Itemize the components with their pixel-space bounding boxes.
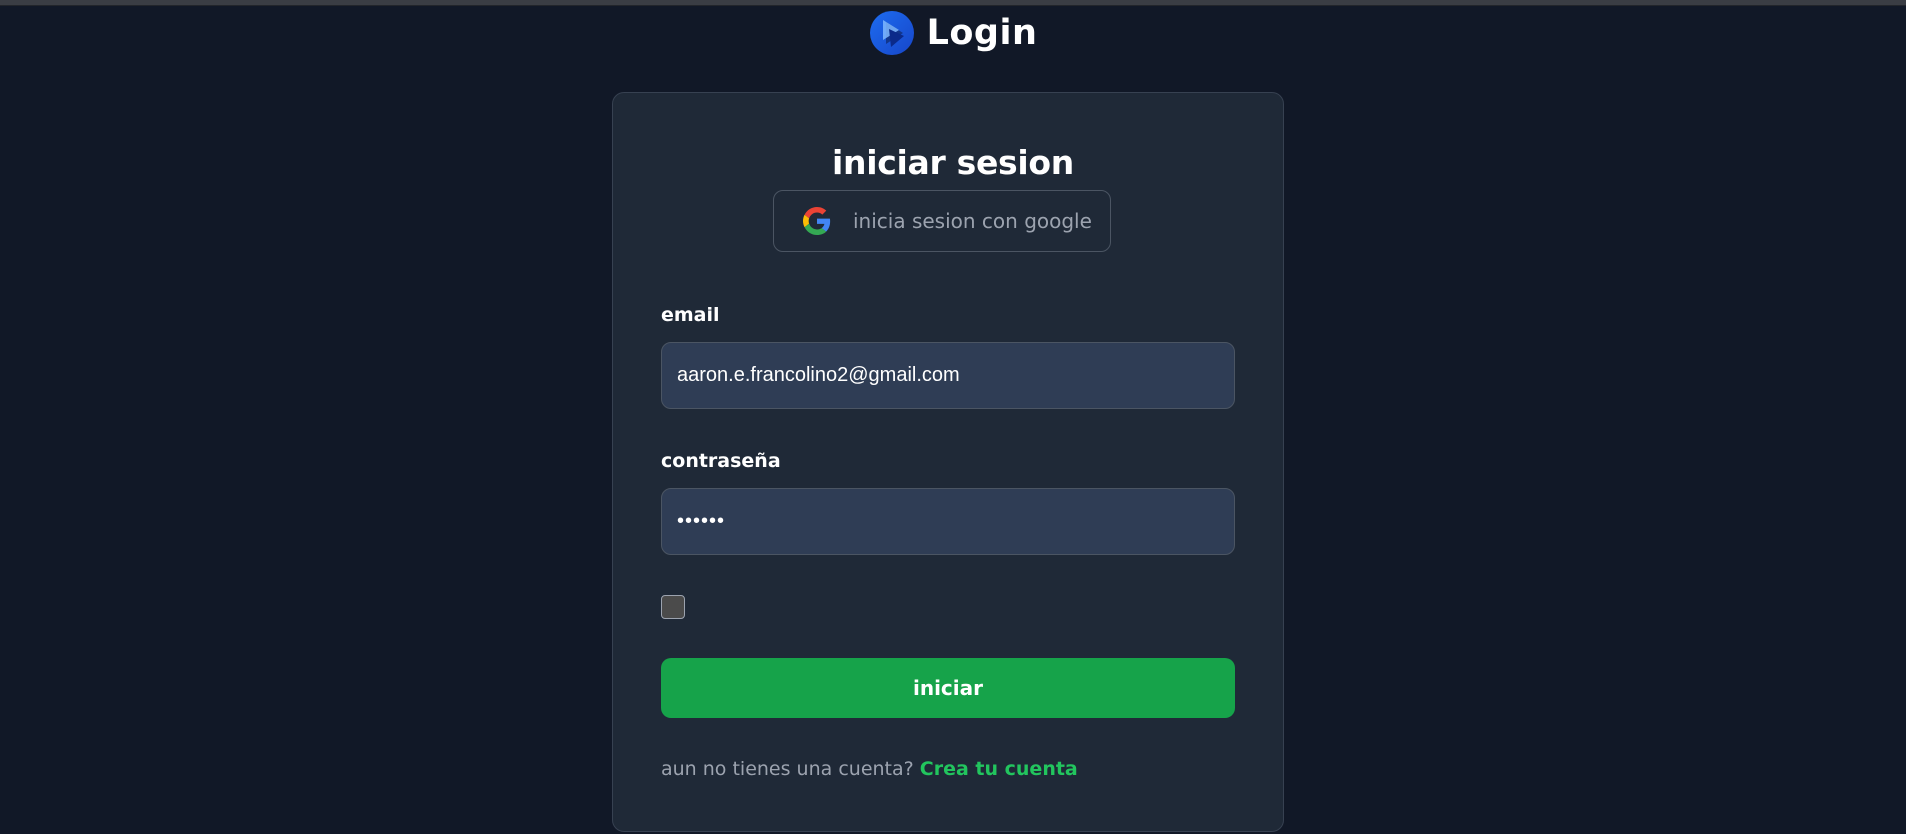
browser-top-strip [0,0,1906,6]
password-field[interactable] [661,488,1235,555]
play-logo-icon [869,11,914,55]
password-label: contraseña [661,450,781,472]
google-signin-button[interactable]: inicia sesion con google [773,190,1111,252]
signup-prompt-text: aun no tienes una cuenta? [661,758,914,780]
remember-checkbox[interactable] [661,595,685,619]
page-header: Login [0,9,1906,57]
form-title: iniciar sesion [832,143,1074,182]
email-field[interactable] [661,342,1235,409]
create-account-link[interactable]: Crea tu cuenta [920,758,1078,780]
submit-button[interactable]: iniciar [661,658,1235,718]
page-title: Login [926,13,1038,53]
email-label: email [661,304,720,326]
google-g-icon [803,207,831,235]
signup-prompt-line: aun no tienes una cuenta? Crea tu cuenta [661,758,1078,780]
google-signin-label: inicia sesion con google [853,209,1092,233]
